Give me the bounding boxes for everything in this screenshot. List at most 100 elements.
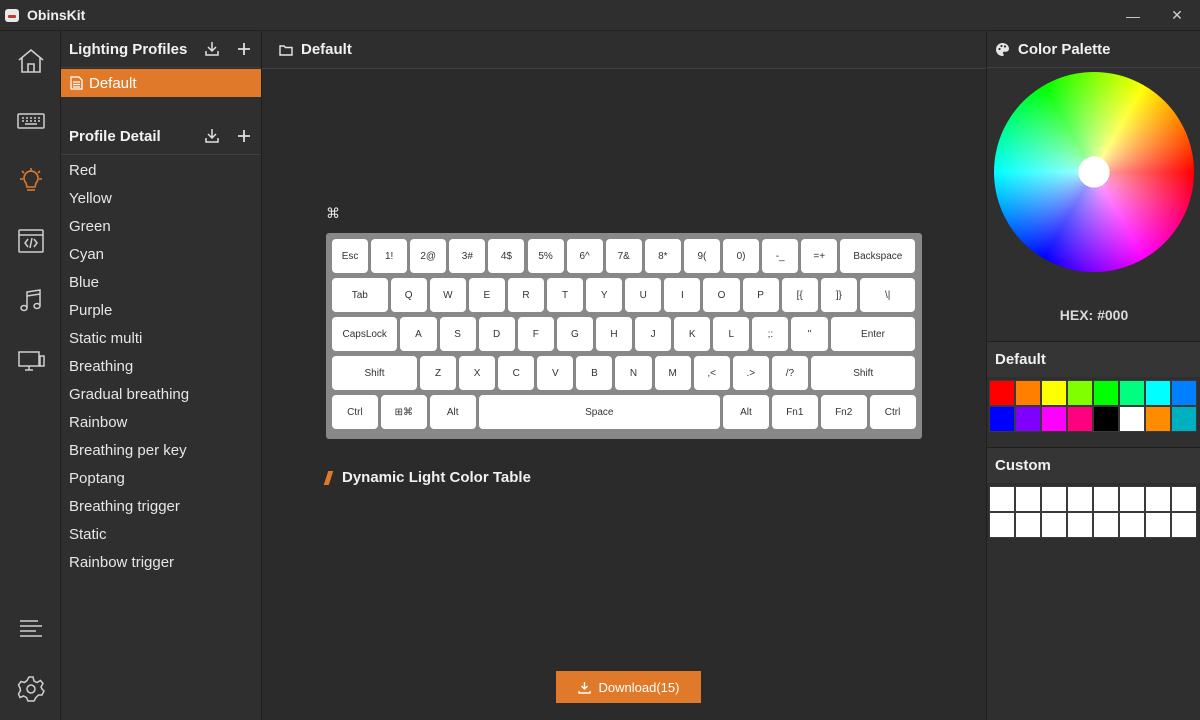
color-swatch[interactable] xyxy=(1041,486,1067,512)
color-swatch[interactable] xyxy=(1015,512,1041,538)
keyboard-key[interactable]: Fn1 xyxy=(771,395,818,429)
keyboard-key[interactable]: Backspace xyxy=(840,239,916,273)
keyboard-key[interactable]: 7& xyxy=(605,239,642,273)
profile-detail-item[interactable]: Blue xyxy=(69,269,254,297)
color-swatch[interactable] xyxy=(1171,512,1197,538)
color-swatch[interactable] xyxy=(1093,380,1119,406)
color-swatch[interactable] xyxy=(1067,380,1093,406)
color-swatch[interactable] xyxy=(1093,406,1119,432)
color-swatch[interactable] xyxy=(1015,406,1041,432)
keyboard-key[interactable]: S xyxy=(439,317,476,351)
keyboard-key[interactable]: R xyxy=(507,278,545,312)
keyboard-key[interactable]: Y xyxy=(586,278,623,312)
color-swatch[interactable] xyxy=(1093,512,1119,538)
keyboard-key[interactable]: E xyxy=(468,278,505,312)
profile-item-default[interactable]: Default xyxy=(61,69,261,97)
profile-detail-item[interactable]: Gradual breathing xyxy=(69,381,254,409)
nav-settings-button[interactable] xyxy=(0,659,61,719)
color-swatch[interactable] xyxy=(1171,406,1197,432)
add-detail-button[interactable] xyxy=(235,127,253,145)
color-swatch[interactable] xyxy=(1119,406,1145,432)
keyboard-key[interactable]: .> xyxy=(732,356,769,390)
keyboard-key[interactable]: Shift xyxy=(332,356,417,390)
keyboard-key[interactable]: -_ xyxy=(762,239,799,273)
color-swatch[interactable] xyxy=(989,486,1015,512)
keyboard-key[interactable]: [{ xyxy=(781,278,818,312)
import-profile-button[interactable] xyxy=(203,40,221,58)
color-swatch[interactable] xyxy=(1171,380,1197,406)
keyboard-key[interactable]: 0) xyxy=(723,239,760,273)
keyboard-key[interactable]: ⊞⌘ xyxy=(380,395,427,429)
keyboard-key[interactable]: Ctrl xyxy=(332,395,378,429)
profile-detail-item[interactable]: Cyan xyxy=(69,241,254,269)
profile-detail-item[interactable]: Rainbow trigger xyxy=(69,549,254,577)
color-swatch[interactable] xyxy=(1067,512,1093,538)
keyboard-key[interactable]: \| xyxy=(859,278,916,312)
keyboard-key[interactable]: W xyxy=(429,278,466,312)
keyboard-key[interactable]: Shift xyxy=(810,356,916,390)
keyboard-key[interactable]: =+ xyxy=(801,239,838,273)
keyboard-key[interactable]: 5% xyxy=(527,239,564,273)
import-detail-button[interactable] xyxy=(203,127,221,145)
keyboard-key[interactable]: Tab xyxy=(332,278,388,312)
keyboard-key[interactable]: ;: xyxy=(752,317,789,351)
keyboard-key[interactable]: CapsLock xyxy=(332,317,398,351)
color-swatch[interactable] xyxy=(1119,486,1145,512)
keyboard-key[interactable]: 1! xyxy=(371,239,408,273)
color-swatch[interactable] xyxy=(1171,486,1197,512)
keyboard-key[interactable]: 6^ xyxy=(566,239,603,273)
keyboard-key[interactable]: V xyxy=(537,356,574,390)
color-swatch[interactable] xyxy=(1067,406,1093,432)
profile-detail-item[interactable]: Yellow xyxy=(69,185,254,213)
color-swatch[interactable] xyxy=(1093,486,1119,512)
keyboard-key[interactable]: D xyxy=(478,317,515,351)
keyboard-key[interactable]: ,< xyxy=(693,356,730,390)
color-wheel[interactable] xyxy=(994,72,1194,272)
color-swatch[interactable] xyxy=(1145,512,1171,538)
color-swatch[interactable] xyxy=(989,512,1015,538)
keyboard-key[interactable]: O xyxy=(703,278,740,312)
keyboard-key[interactable]: C xyxy=(498,356,535,390)
nav-display-button[interactable] xyxy=(0,331,61,391)
keyboard-key[interactable]: /? xyxy=(771,356,808,390)
download-button[interactable]: Download(15) xyxy=(556,671,701,703)
keyboard-key[interactable]: I xyxy=(664,278,701,312)
color-swatch[interactable] xyxy=(1119,380,1145,406)
keyboard-key[interactable]: U xyxy=(625,278,662,312)
color-swatch[interactable] xyxy=(1067,486,1093,512)
keyboard-key[interactable]: ]} xyxy=(820,278,857,312)
keyboard-key[interactable]: 3# xyxy=(449,239,486,273)
keyboard-key[interactable]: 9( xyxy=(683,239,720,273)
keyboard-key[interactable]: Ctrl xyxy=(869,395,916,429)
profile-detail-item[interactable]: Static xyxy=(69,521,254,549)
color-swatch[interactable] xyxy=(1041,406,1067,432)
keyboard-key[interactable]: J xyxy=(635,317,672,351)
keyboard-key[interactable]: Z xyxy=(419,356,457,390)
profile-detail-item[interactable]: Purple xyxy=(69,297,254,325)
color-swatch[interactable] xyxy=(1145,406,1171,432)
keyboard-key[interactable]: F xyxy=(517,317,554,351)
color-swatch[interactable] xyxy=(989,406,1015,432)
keyboard-key[interactable]: Esc xyxy=(332,239,369,273)
keyboard-key[interactable]: Alt xyxy=(723,395,769,429)
nav-macro-button[interactable] xyxy=(0,211,61,271)
nav-log-button[interactable] xyxy=(0,599,61,659)
nav-home-button[interactable] xyxy=(0,31,61,91)
keyboard-key[interactable]: 8* xyxy=(644,239,681,273)
color-swatch[interactable] xyxy=(1015,380,1041,406)
nav-music-button[interactable] xyxy=(0,271,61,331)
keyboard-key[interactable]: H xyxy=(595,317,633,351)
color-swatch[interactable] xyxy=(1041,380,1067,406)
keyboard-key[interactable]: A xyxy=(400,317,437,351)
keyboard-key[interactable]: Enter xyxy=(830,317,916,351)
profile-detail-item[interactable]: Breathing xyxy=(69,353,254,381)
keyboard-key[interactable]: L xyxy=(713,317,750,351)
add-profile-button[interactable] xyxy=(235,40,253,58)
keyboard-key[interactable]: X xyxy=(459,356,496,390)
keyboard-key[interactable]: B xyxy=(576,356,613,390)
profile-detail-item[interactable]: Green xyxy=(69,213,254,241)
keyboard-key[interactable]: G xyxy=(556,317,593,351)
close-button[interactable]: ✕ xyxy=(1157,0,1197,31)
keyboard-key[interactable]: " xyxy=(791,317,828,351)
profile-detail-item[interactable]: Red xyxy=(69,157,254,185)
